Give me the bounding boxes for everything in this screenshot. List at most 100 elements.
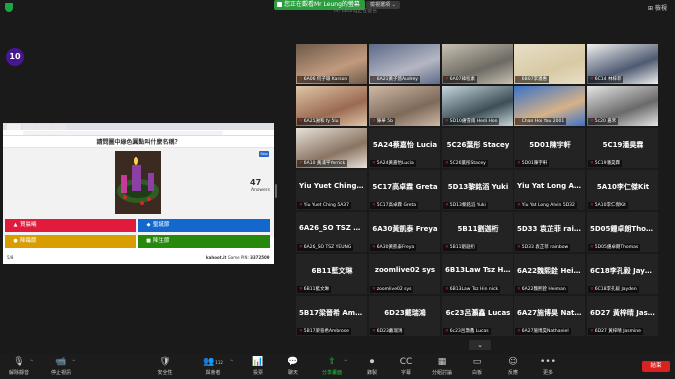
muted-mic-icon: ✕ [299,245,303,250]
pin-label: Game PIN: [227,255,249,260]
participant-tile[interactable]: 6A26_SO TSZ YEUNG✕6A26_SO TSZ YEUNG [296,212,367,252]
participant-display-name: Yiu Yat Long Alvin 5D32 [517,182,583,190]
participant-tile[interactable]: ✕Chan Hoi Yau 2001 [514,86,585,126]
video-options-caret-icon[interactable]: ^ [72,359,75,364]
next-page-button[interactable]: ⌄ [469,340,491,350]
participant-tile[interactable]: ✕陳華 5b [369,86,440,126]
participant-tile[interactable]: Yiu Yat Long Alvin 5D32✕Yiu Yat Long Alv… [514,170,585,210]
participants-options-caret-icon[interactable]: ^ [230,359,233,364]
participant-display-name: 5D13黎銘滔 Yuki [447,183,509,191]
participants-button[interactable]: 👥112 與會者 [196,357,230,376]
participant-name-label: ✕5A24黃嘉怡Lucia [370,160,416,167]
split-view-handle[interactable] [275,184,277,198]
participant-tile[interactable]: 6B13Law Tsz Hin nick✕6B13Law Tsz Hin nic… [442,254,513,294]
answers-count: 47 [250,178,262,187]
participant-name-label: ✕5c20 嘉禾 [588,118,619,125]
participant-tile[interactable]: 5D13黎銘滔 Yuki ✕5D13黎銘滔 Yuki [442,170,513,210]
participant-tile[interactable]: 6D23戴瑞鴻 ✕6D23戴瑞鴻 [369,296,440,336]
participant-name-label: ✕Yiu Yuet Ching 5A37 [297,202,352,209]
reactions-button[interactable]: ☺ 反應 [496,357,530,376]
participant-tile[interactable]: 5B11劉迦桁 ✕5B11劉迦桁 [442,212,513,252]
participant-tile[interactable]: ✕SD10鍾雪雨 Hedi Hon [442,86,513,126]
skip-button[interactable]: Skip [259,151,269,157]
participant-tile[interactable]: 5C19潘昊霖 ✕5C19潘昊霖 [587,128,658,168]
end-meeting-button[interactable]: 結束 [642,361,670,372]
encryption-shield-icon[interactable] [5,3,13,12]
participant-name: Yiu Yat Long Alvin 5D32 [521,203,575,208]
quiz-question: 請問圖中綠色圓點叫什麼名稱？ [3,137,274,148]
answer-option-1[interactable]: ▲ 賀晨曦 [5,219,136,232]
answer-label: 賀晨曦 [20,222,37,228]
participant-tile[interactable]: 5D01陳宇軒 ✕5D01陳宇軒 [514,128,585,168]
participant-tile[interactable]: ✕6B07李潘惠 [514,44,585,84]
participant-name-label: ✕zoomlive02 sys [370,286,414,293]
participant-tile[interactable]: ✕6A10 黃浦平Yerrick [296,128,367,168]
participant-tile[interactable]: 6A30黃凱泰 Freya ✕6A30黃凱泰Freya [369,212,440,252]
participant-tile[interactable]: 6A27施博昊 Nathaniel ✕6A27施博昊Nathaniel [514,296,585,336]
view-button[interactable]: ⊞ 檢視 [648,3,667,12]
participant-tile[interactable]: ✕5c20 嘉禾 [587,86,658,126]
muted-mic-icon: ✕ [517,287,521,292]
participant-tile[interactable]: ✕6A07韓程素 [442,44,513,84]
muted-mic-icon: ✕ [517,203,521,208]
breakout-rooms-button[interactable]: ▦ 分組討論 [425,357,459,376]
participant-display-name: 6A30黃凱泰 Freya [372,225,438,233]
answer-option-3[interactable]: ● 降臨節 [5,235,136,248]
participant-name-label: ✕6B11藍文琳 [297,286,331,293]
participant-tile[interactable]: ✕6C14 林梓菲 [587,44,658,84]
security-button[interactable]: 🛡 安全性 [148,357,182,376]
polls-button[interactable]: 📊 投票 [241,357,275,376]
browser-address-bar [3,130,274,136]
muted-mic-icon: ✕ [372,203,376,208]
participant-name-label: ✕Yiu Yat Long Alvin 5D32 [515,202,577,209]
share-options-caret-icon[interactable]: ^ [344,359,347,364]
participant-tile[interactable]: 5D05鍾卓朗Thomas ✕5D05鍾卓朗Thomas [587,212,658,252]
toolbar-label: 分組討論 [431,370,452,376]
record-button[interactable]: ⏺ 錄製 [355,357,389,376]
participant-tile[interactable]: 5D33 袁芷菲 rainbow✕5D33 袁芷菲 rainbow [514,212,585,252]
chat-button[interactable]: 💬 聊天 [276,357,310,376]
participant-tile[interactable]: 5A24蔡嘉怡 Lucia ✕5A24黃嘉怡Lucia [369,128,440,168]
answer-option-2[interactable]: ◆ 聖誕節 [138,219,270,232]
muted-mic-icon: ✕ [372,119,376,124]
participant-tile[interactable]: 6D27 黃梓晴 Jasmine✕6D27 黃梓晴 Jasmine [587,296,658,336]
captions-button[interactable]: CC 字幕 [389,357,423,376]
more-button[interactable]: ••• 更多 [531,357,565,376]
participant-tile[interactable]: 6c23呂灝鑫 Lucas ✕6c23呂灝鑫 Lucas [442,296,513,336]
participant-display-name: 5D01陳宇軒 [529,141,571,149]
countdown-timer: 10 [6,48,24,66]
meeting-window: { "topbar": { "share_status": "您正在觀看Mr L… [0,0,675,379]
muted-mic-icon: ✕ [372,245,376,250]
participant-tile[interactable]: 5C26葉彤 Stacey ✕5C26葉彤Stacey [442,128,513,168]
participant-tile[interactable]: 5A10李仁傑Kit ✕5A10李仁傑Kit [587,170,658,210]
participant-display-name: 6A22魏熙銓 Heiman [517,267,583,275]
participant-display-name: 5B17梁晉希 Ambrose [299,309,365,317]
participant-name: 5B17梁晉希Ambrose [303,329,349,334]
participant-name: 5A24黃嘉怡Lucia [376,161,414,166]
participant-tile[interactable]: 5B17梁晉希 Ambrose ✕5B17梁晉希Ambrose [296,296,367,336]
answer-option-4[interactable]: ■ 降生節 [138,235,270,248]
circle-icon: ● [13,238,18,244]
participant-tile[interactable]: 5C17高卓霖 Greta ✕5C17高卓霖 Greta [369,170,440,210]
participant-name-label: ✕5C17高卓霖 Greta [370,202,418,209]
participant-tile[interactable]: Yiu Yuet Ching 5A37✕Yiu Yuet Ching 5A37 [296,170,367,210]
participant-name: 5c20 嘉禾 [594,119,617,124]
muted-mic-icon: ✕ [517,119,521,124]
participant-tile[interactable]: zoomlive02 sys ✕zoomlive02 sys [369,254,440,294]
participant-tile[interactable]: ✕6A21黃子悠Audrey [369,44,440,84]
participant-tile[interactable]: 6A22魏熙銓 Heiman✕6A22魏熙銓 Heiman [514,254,585,294]
participant-count-badge: 112 [215,360,223,365]
participant-name: SD10鍾雪雨 Hedi Hon [449,119,498,124]
participant-tile[interactable]: ✕6A25謝和 fy 5lu [296,86,367,126]
participant-tile[interactable]: 6B11藍文琳 ✕6B11藍文琳 [296,254,367,294]
participant-tile[interactable]: ✕6A06 何子瑜 Karson [296,44,367,84]
participant-tile[interactable]: 6C18李孔毅 Jayden ✕6C18李孔毅 Jayden [587,254,658,294]
whiteboard-button[interactable]: ▭ 白板 [460,357,494,376]
view-options-dropdown[interactable]: 檢視選項 ⌄ [366,1,400,9]
participant-display-name: 5D33 袁芷菲 rainbow [517,225,583,233]
participant-name: 5A10李仁傑Kit [594,203,626,208]
answer-label: 聖誕節 [153,222,170,228]
participant-name: 6A25謝和 fy 5lu [303,119,339,124]
mic-options-caret-icon[interactable]: ^ [30,359,33,364]
muted-mic-icon: ✕ [445,119,449,124]
